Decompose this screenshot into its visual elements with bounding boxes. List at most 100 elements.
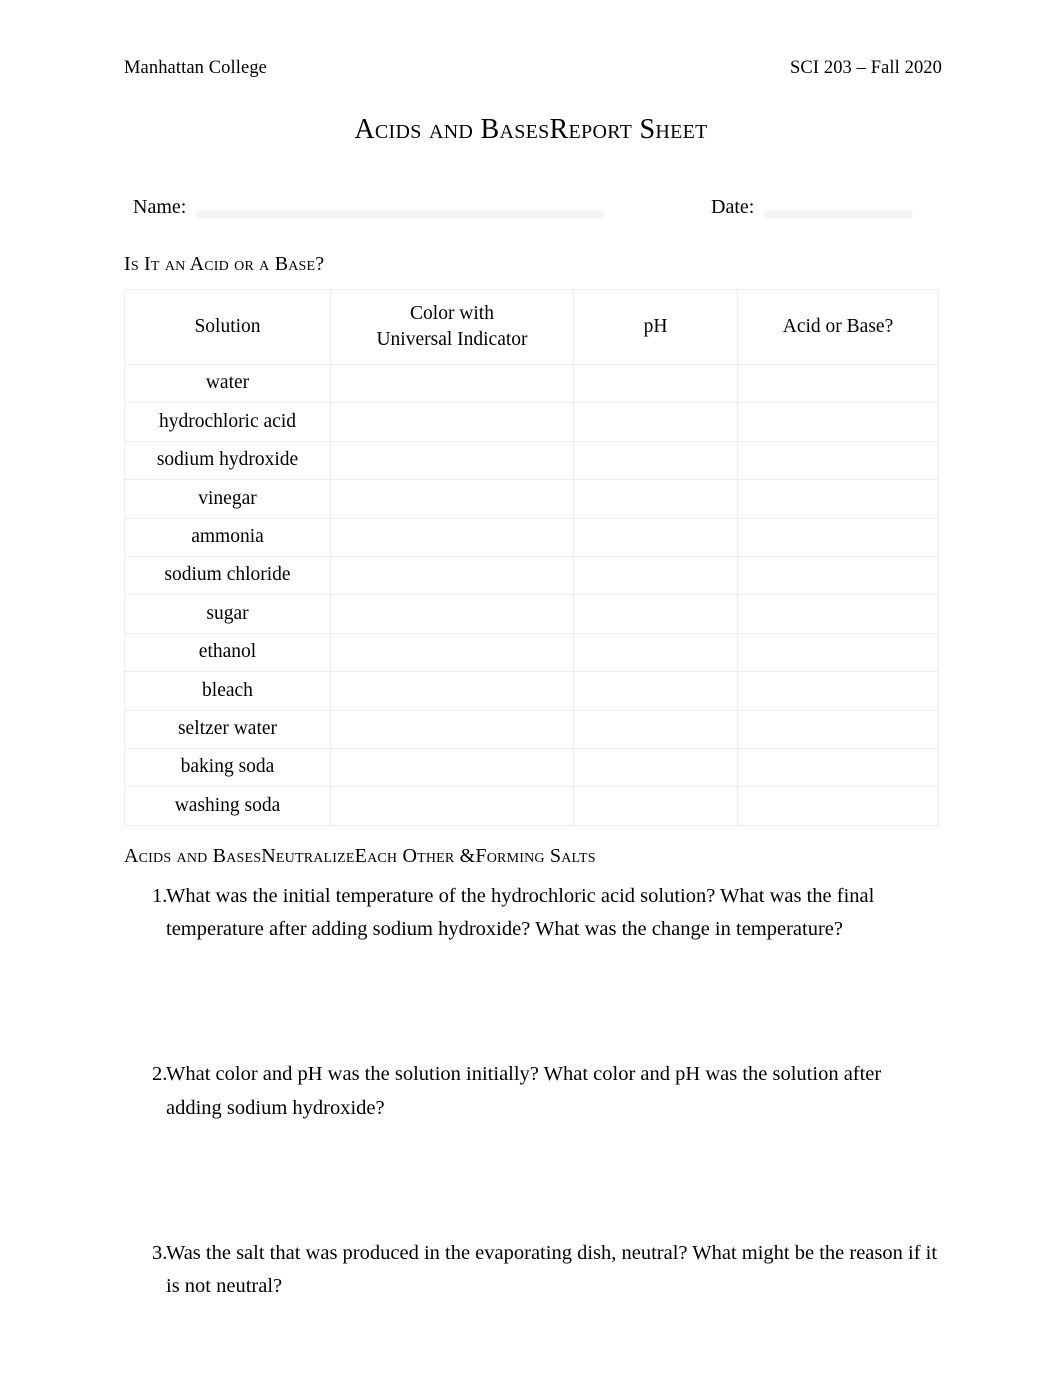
table-row: water — [124, 363, 939, 404]
cell-solution: baking soda — [124, 747, 331, 788]
cell-ph[interactable] — [573, 440, 738, 481]
column-header-ph: pH — [573, 289, 738, 365]
acid-base-table-container: Solution Color with Universal Indicator … — [124, 289, 939, 826]
cell-acid-or-base[interactable] — [737, 363, 939, 404]
cell-color[interactable] — [330, 402, 574, 442]
section-heading-neutralize: Acids and BasesNeutralizeEach Other &For… — [124, 845, 596, 867]
cell-solution: washing soda — [124, 786, 331, 826]
list-item: 2. What color and pH was the solution in… — [124, 1058, 942, 1124]
cell-solution: hydrochloric acid — [124, 402, 331, 442]
date-label: Date: — [711, 196, 755, 218]
cell-color[interactable] — [330, 363, 574, 404]
column-header-acid-or-base: Acid or Base? — [737, 289, 939, 365]
table-row: hydrochloric acid — [124, 402, 939, 442]
cell-solution: bleach — [124, 671, 331, 711]
cell-acid-or-base[interactable] — [737, 402, 939, 442]
cell-ph[interactable] — [573, 363, 738, 404]
cell-ph[interactable] — [573, 517, 738, 557]
answer-space-2[interactable] — [124, 1125, 942, 1237]
header-course: SCI 203 – Fall 2020 — [790, 58, 942, 78]
cell-color[interactable] — [330, 440, 574, 481]
cell-ph[interactable] — [573, 594, 738, 634]
column-header-color-line2: Universal Indicator — [376, 329, 528, 350]
column-header-solution: Solution — [124, 289, 331, 365]
question-text: What color and pH was the solution initi… — [166, 1063, 882, 1119]
date-input-line[interactable] — [764, 209, 913, 221]
cell-acid-or-base[interactable] — [737, 517, 939, 557]
table-row: ammonia — [124, 517, 939, 557]
document-header: Manhattan College SCI 203 – Fall 2020 — [124, 58, 942, 79]
list-item: 3. Was the salt that was produced in the… — [124, 1237, 942, 1303]
cell-acid-or-base[interactable] — [737, 594, 939, 634]
cell-acid-or-base[interactable] — [737, 671, 939, 711]
column-header-solution-line1: Solution — [194, 315, 261, 337]
question-list: 1. What was the initial temperature of t… — [124, 880, 942, 1303]
cell-color[interactable] — [330, 555, 574, 596]
name-input-line[interactable] — [196, 209, 605, 221]
table-row: baking soda — [124, 747, 939, 788]
question-text: Was the salt that was produced in the ev… — [166, 1241, 938, 1298]
date-field-group: Date: — [711, 196, 913, 221]
column-header-acid-or-base-line1: Acid or Base? — [782, 315, 894, 337]
cell-solution: ethanol — [124, 632, 331, 673]
cell-color[interactable] — [330, 632, 574, 673]
cell-color[interactable] — [330, 709, 574, 749]
table-row: sodium hydroxide — [124, 440, 939, 481]
name-date-row: Name: Date: — [0, 196, 1062, 230]
cell-acid-or-base[interactable] — [737, 709, 939, 749]
cell-solution: seltzer water — [124, 709, 331, 749]
cell-solution: sodium chloride — [124, 555, 331, 596]
cell-solution: vinegar — [124, 479, 331, 519]
table-row: seltzer water — [124, 709, 939, 749]
answer-space-1[interactable] — [124, 946, 942, 1058]
question-number: 1. — [152, 885, 168, 907]
cell-solution: water — [124, 363, 331, 404]
column-header-color: Color with Universal Indicator — [330, 289, 574, 365]
cell-solution: sodium hydroxide — [124, 440, 331, 481]
list-item: 1. What was the initial temperature of t… — [124, 880, 942, 946]
cell-acid-or-base[interactable] — [737, 747, 939, 788]
cell-acid-or-base[interactable] — [737, 479, 939, 519]
question-number: 2. — [152, 1063, 168, 1086]
column-header-ph-line1: pH — [643, 315, 668, 337]
header-institution: Manhattan College — [124, 58, 267, 78]
cell-color[interactable] — [330, 747, 574, 788]
table-row: bleach — [124, 671, 939, 711]
table-row: vinegar — [124, 479, 939, 519]
acid-base-table: Solution Color with Universal Indicator … — [124, 289, 939, 826]
cell-color[interactable] — [330, 517, 574, 557]
column-header-color-line1: Color with — [410, 302, 494, 324]
cell-ph[interactable] — [573, 671, 738, 711]
cell-acid-or-base[interactable] — [737, 440, 939, 481]
question-text: What was the initial temperature of the … — [166, 885, 875, 941]
question-number: 3. — [152, 1241, 168, 1264]
table-row: sugar — [124, 594, 939, 634]
cell-acid-or-base[interactable] — [737, 786, 939, 826]
cell-ph[interactable] — [573, 632, 738, 673]
cell-color[interactable] — [330, 479, 574, 519]
table-header-row: Solution Color with Universal Indicator … — [124, 289, 939, 365]
table-body: water hydrochloric acid sodium hydroxide — [124, 363, 939, 826]
table-row: washing soda — [124, 786, 939, 826]
name-label: Name: — [133, 196, 187, 218]
cell-ph[interactable] — [573, 709, 738, 749]
document-page: Manhattan College SCI 203 – Fall 2020 Ac… — [0, 0, 1062, 1377]
cell-ph[interactable] — [573, 786, 738, 826]
name-field-group: Name: — [133, 196, 605, 221]
cell-color[interactable] — [330, 594, 574, 634]
cell-ph[interactable] — [573, 402, 738, 442]
cell-acid-or-base[interactable] — [737, 555, 939, 596]
page-title: Acids and BasesReport Sheet — [354, 114, 708, 145]
section-heading-acid-or-base: Is It an Acid or a Base? — [124, 253, 325, 275]
cell-color[interactable] — [330, 786, 574, 826]
cell-ph[interactable] — [573, 747, 738, 788]
table-row: sodium chloride — [124, 555, 939, 596]
cell-acid-or-base[interactable] — [737, 632, 939, 673]
table-row: ethanol — [124, 632, 939, 673]
cell-solution: sugar — [124, 594, 331, 634]
table-header: Solution Color with Universal Indicator … — [124, 289, 939, 365]
cell-ph[interactable] — [573, 555, 738, 596]
cell-solution: ammonia — [124, 517, 331, 557]
cell-ph[interactable] — [573, 479, 738, 519]
cell-color[interactable] — [330, 671, 574, 711]
